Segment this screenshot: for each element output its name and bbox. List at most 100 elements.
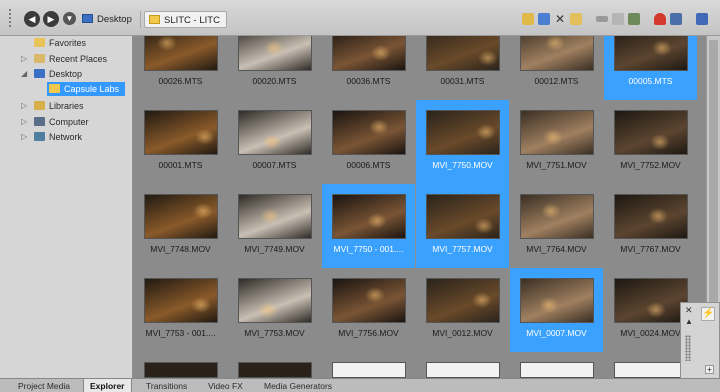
tab-media-generators[interactable]: Media Generators: [258, 379, 338, 392]
panel-grip[interactable]: [685, 335, 691, 361]
video-thumbnail: [520, 278, 594, 323]
forward-icon[interactable]: ▶: [43, 11, 59, 27]
record-icon[interactable]: [654, 13, 666, 25]
media-tile[interactable]: MVI_7767.MOV: [604, 184, 697, 268]
video-thumbnail: [426, 36, 500, 71]
media-tile[interactable]: MVI_0007.MOV: [510, 268, 603, 352]
media-tile-label: MVI_7748.MOV: [150, 244, 211, 254]
tree-item-recent-places[interactable]: ▷ Recent Places: [21, 52, 107, 66]
media-tile[interactable]: MVI_7752.MOV: [604, 100, 697, 184]
toolbar-actions: ✕: [522, 12, 708, 26]
tree-item-capsule-labs[interactable]: Capsule Labs: [47, 82, 126, 96]
media-tile[interactable]: MVI_7749.MOV: [228, 184, 321, 268]
media-tile-label: 00007.MTS: [252, 160, 297, 170]
expand-arrow-icon[interactable]: ▷: [21, 52, 31, 66]
thumbnail-highlight: [474, 218, 494, 234]
lightning-icon[interactable]: ⚡: [701, 307, 715, 321]
media-tile[interactable]: MVI_7753 - 001....: [134, 268, 227, 352]
breadcrumb-desktop[interactable]: Desktop: [82, 11, 132, 28]
tab-explorer[interactable]: Explorer: [83, 379, 132, 392]
thumbnail-highlight: [262, 134, 282, 150]
media-tile-label: 00001.MTS: [158, 160, 203, 170]
media-tile[interactable]: MVI_7757.MOV: [416, 184, 509, 268]
media-tile-label: MVI_7764.MOV: [526, 244, 587, 254]
tab-transitions[interactable]: Transitions: [140, 379, 193, 392]
thumbnail-highlight: [258, 302, 278, 318]
thumbnail-highlight: [652, 40, 672, 56]
video-thumbnail: [144, 278, 218, 323]
tab-project-media[interactable]: Project Media: [12, 379, 76, 392]
network-icon: [34, 132, 45, 141]
view-icon[interactable]: [696, 13, 708, 25]
copy-icon[interactable]: [612, 13, 624, 25]
tree-item-favorites[interactable]: Favorites: [34, 36, 86, 50]
refresh-icon[interactable]: [538, 13, 550, 25]
media-tile-label: MVI_7749.MOV: [244, 244, 305, 254]
video-thumbnail: [144, 194, 218, 239]
video-thumbnail-partial: [332, 362, 406, 378]
pin-icon[interactable]: ▲: [685, 317, 693, 326]
video-thumbnail: [332, 36, 406, 71]
thumbnail-highlight: [648, 208, 668, 224]
media-tile[interactable]: 00036.MTS: [322, 36, 415, 100]
media-tile[interactable]: MVI_7748.MOV: [134, 184, 227, 268]
media-tile[interactable]: 00031.MTS: [416, 36, 509, 100]
media-tile-label: MVI_0007.MOV: [526, 328, 587, 338]
expand-arrow-icon[interactable]: ▷: [21, 130, 31, 144]
media-tile[interactable]: MVI_7764.MOV: [510, 184, 603, 268]
video-thumbnail: [238, 36, 312, 71]
close-icon[interactable]: ✕: [685, 305, 693, 316]
expand-arrow-icon[interactable]: ▷: [21, 115, 31, 129]
video-thumbnail: [614, 278, 688, 323]
add-icon[interactable]: +: [705, 365, 714, 374]
delete-icon[interactable]: ✕: [554, 13, 566, 25]
media-tile[interactable]: MVI_7750.MOV: [416, 100, 509, 184]
media-tile-label: 00005.MTS: [628, 76, 673, 86]
tree-item-label: Capsule Labs: [64, 84, 120, 94]
settings-icon[interactable]: [628, 13, 640, 25]
thumbnail-highlight: [541, 203, 561, 219]
search-icon[interactable]: [670, 13, 682, 25]
tree-item-libraries[interactable]: ▷ Libraries: [21, 99, 84, 113]
new-folder-icon[interactable]: [570, 13, 582, 25]
tree-item-network[interactable]: ▷ Network: [21, 130, 82, 144]
tree-item-computer[interactable]: ▷ Computer: [21, 115, 89, 129]
tree-item-desktop[interactable]: ◢ Desktop: [21, 67, 82, 81]
collapse-arrow-icon[interactable]: ◢: [21, 67, 31, 81]
media-tile[interactable]: MVI_7750 - 001....: [322, 184, 415, 268]
media-tile-label: 00012.MTS: [534, 76, 579, 86]
thumbnail-highlight: [539, 297, 559, 313]
scrollbar-thumb[interactable]: [709, 40, 718, 340]
star-folder-icon: [34, 38, 45, 47]
media-tile[interactable]: 00026.MTS: [134, 36, 227, 100]
video-thumbnail: [238, 110, 312, 155]
expand-arrow-icon[interactable]: ▷: [21, 99, 31, 113]
media-grid: 00026.MTS 00020.MTS 00036.MTS 00031.MTS 0001…: [134, 36, 706, 378]
media-tile-label: MVI_7753 - 001....: [145, 328, 216, 338]
history-dropdown-icon[interactable]: ▼: [63, 12, 76, 25]
video-thumbnail: [238, 194, 312, 239]
toolbar-grip[interactable]: [8, 8, 12, 28]
media-tile[interactable]: 00001.MTS: [134, 100, 227, 184]
media-tile[interactable]: MVI_0012.MOV: [416, 268, 509, 352]
breadcrumb-current-folder[interactable]: SLITC - LITC: [144, 11, 227, 28]
media-tile[interactable]: MVI_7753.MOV: [228, 268, 321, 352]
media-tile[interactable]: 00007.MTS: [228, 100, 321, 184]
media-tile[interactable]: 00006.MTS: [322, 100, 415, 184]
tab-video-fx[interactable]: Video FX: [202, 379, 249, 392]
media-tile[interactable]: 00012.MTS: [510, 36, 603, 100]
up-folder-icon[interactable]: [522, 13, 534, 25]
media-tile[interactable]: MVI_7756.MOV: [322, 268, 415, 352]
media-tile-label: MVI_7753.MOV: [244, 328, 305, 338]
media-tile[interactable]: MVI_7751.MOV: [510, 100, 603, 184]
video-thumbnail: [332, 194, 406, 239]
thumbnail-highlight: [478, 50, 498, 66]
tree-item-label: Favorites: [49, 38, 87, 48]
thumbnail-highlight: [260, 208, 280, 224]
cut-icon[interactable]: [596, 16, 608, 22]
media-tile[interactable]: 00005.MTS: [604, 36, 697, 100]
back-icon[interactable]: ◀: [24, 11, 40, 27]
media-tile[interactable]: 00020.MTS: [228, 36, 321, 100]
media-tile-label: 00031.MTS: [440, 76, 485, 86]
thumbnail-highlight: [650, 134, 670, 150]
